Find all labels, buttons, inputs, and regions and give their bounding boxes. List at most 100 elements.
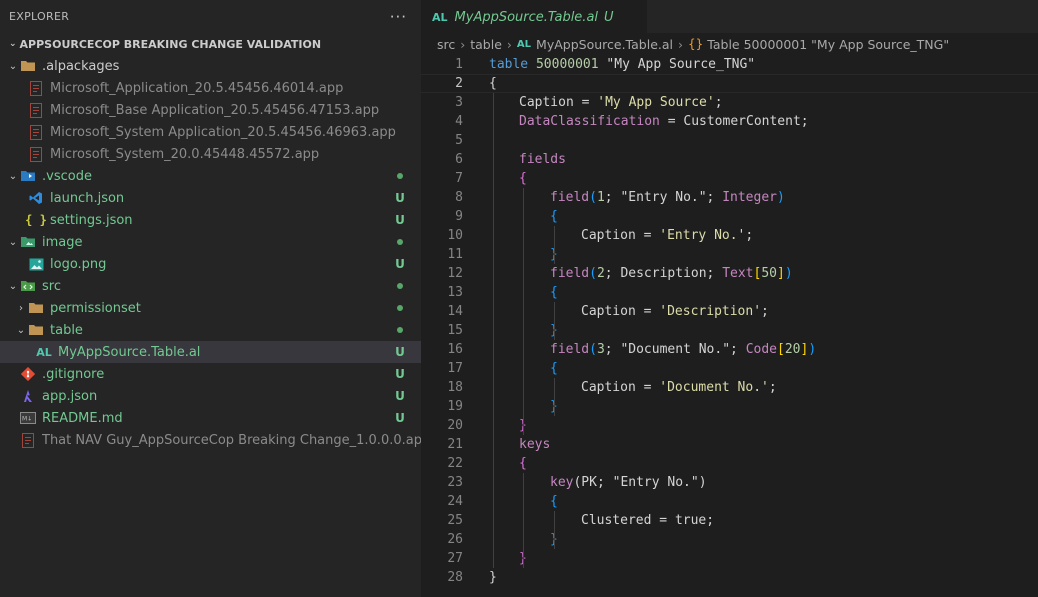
vscode-icon [28,190,44,206]
property-token: Caption [519,95,574,110]
tree-item[interactable]: launch.json U [0,187,421,209]
number-token: 20 [784,342,801,357]
indent-guide [523,378,524,397]
git-status-badge: U [395,367,405,381]
breadcrumb-item-src[interactable]: src [437,37,455,52]
tree-item[interactable]: Microsoft_System Application_20.5.45456.… [0,121,421,143]
indent-guide [493,150,494,169]
tree-item[interactable]: ⌄ .vscode [0,165,421,187]
indent-guide [523,302,524,321]
breadcrumb: src › table › AL MyAppSource.Table.al › … [421,33,1038,55]
args-token: ; Description; [604,266,723,281]
code-text: field(2; Description; Text[50]) [550,266,793,281]
value-token: CustomerContent [683,114,801,129]
brace-token: } [489,570,497,585]
indent-guide [493,245,494,264]
tree-item-label: Microsoft_System Application_20.5.45456.… [50,124,396,140]
tree-item[interactable]: { } settings.json U [0,209,421,231]
code-text: field(1; "Entry No."; Integer) [550,190,785,205]
tree-item[interactable]: .gitignore U [0,363,421,385]
tree-item[interactable]: logo.png U [0,253,421,275]
git-status-dot [392,283,408,289]
more-actions-button[interactable]: ··· [390,8,407,26]
chevron-down-icon[interactable]: ⌄ [6,281,20,292]
tab-myappsource-table[interactable]: AL MyAppSource.Table.al U × [421,0,648,33]
breadcrumb-item-file[interactable]: MyAppSource.Table.al [536,37,673,52]
tree-item-label: Microsoft_Base Application_20.5.45456.47… [50,102,380,118]
tree-item[interactable]: M↓ README.md U [0,407,421,429]
keyword-token: key [550,475,574,490]
line-number: 28 [447,570,463,585]
folder-icon [28,322,44,338]
tree-item[interactable]: › permissionset [0,297,421,319]
indent-guide [554,378,555,397]
line-number: 4 [455,114,463,129]
chevron-down-icon[interactable]: ⌄ [6,171,20,182]
code-line: 25 Clustered = true; [421,511,1038,530]
tree-item[interactable]: ⌄ .alpackages [0,55,421,77]
semicolon-token: ; [745,228,754,243]
indent-guide [523,264,524,283]
tree-item[interactable]: ⌄ image [0,231,421,253]
code-line: 15 } [421,321,1038,340]
indent-guide [493,112,494,131]
indent-guide [554,511,555,530]
git-status-dot [392,239,408,245]
git-status-badge: U [395,257,405,271]
semicolon-token: ; [768,380,777,395]
app-json-icon [20,388,36,404]
line-number: 24 [447,494,463,509]
paren-token: ( [589,266,597,281]
tree-item[interactable]: app.json U [0,385,421,407]
line-number: 1 [455,57,463,72]
indent-guide [493,264,494,283]
image-folder-icon [20,234,36,250]
indent-guide [493,416,494,435]
brace-token: { [550,285,558,300]
git-status-dot [392,305,408,311]
git-status-badge: U [395,191,405,205]
indent-guide [493,492,494,511]
breadcrumb-item-table[interactable]: table [470,37,502,52]
indent-guide [523,492,524,511]
tree-item[interactable]: AL MyAppSource.Table.al U [0,341,421,363]
tree-item[interactable]: ⌄ table [0,319,421,341]
indent-guide [493,283,494,302]
chevron-down-icon: ⌄ [9,39,17,49]
operator-token: = [635,380,660,395]
tree-item[interactable]: ⌄ src [0,275,421,297]
code-line: 12 field(2; Description; Text[50]) [421,264,1038,283]
line-number: 20 [447,418,463,433]
indent-guide [523,473,524,492]
indent-guide [493,131,494,150]
chevron-down-icon[interactable]: ⌄ [14,325,28,336]
keyword-token: keys [519,437,551,452]
line-number: 14 [447,304,463,319]
indent-guide [523,188,524,207]
code-line: 28 } [421,568,1038,587]
code-line: 13 { [421,283,1038,302]
breadcrumb-item-symbol[interactable]: Table 50000001 "My App Source_TNG" [707,37,949,52]
number-token: 3 [596,342,605,357]
paren-token: ) [808,342,817,357]
indent-guide [523,416,524,435]
tree-item-label: README.md [42,410,123,426]
app-file-icon [28,102,44,118]
code-line: 8 field(1; "Entry No."; Integer) [421,188,1038,207]
paren-token: ) [777,190,785,205]
tree-item-label: permissionset [50,300,141,316]
chevron-down-icon[interactable]: ⌄ [6,61,20,72]
property-token: DataClassification [519,114,660,129]
indent-guide [523,340,524,359]
chevron-right-icon: › [460,36,466,52]
indent-guide [554,226,555,245]
tree-item[interactable]: Microsoft_System_20.0.45448.45572.app [0,143,421,165]
chevron-right-icon[interactable]: › [14,303,28,314]
chevron-down-icon[interactable]: ⌄ [6,237,20,248]
tree-item[interactable]: That NAV Guy_AppSourceCop Breaking Chang… [0,429,421,451]
workspace-section-header[interactable]: ⌄ APPSOURCECOP BREAKING CHANGE VALIDATIO… [0,33,421,55]
code-text: DataClassification = CustomerContent; [519,114,809,129]
tree-item[interactable]: Microsoft_Application_20.5.45456.46014.a… [0,77,421,99]
tree-item[interactable]: Microsoft_Base Application_20.5.45456.47… [0,99,421,121]
